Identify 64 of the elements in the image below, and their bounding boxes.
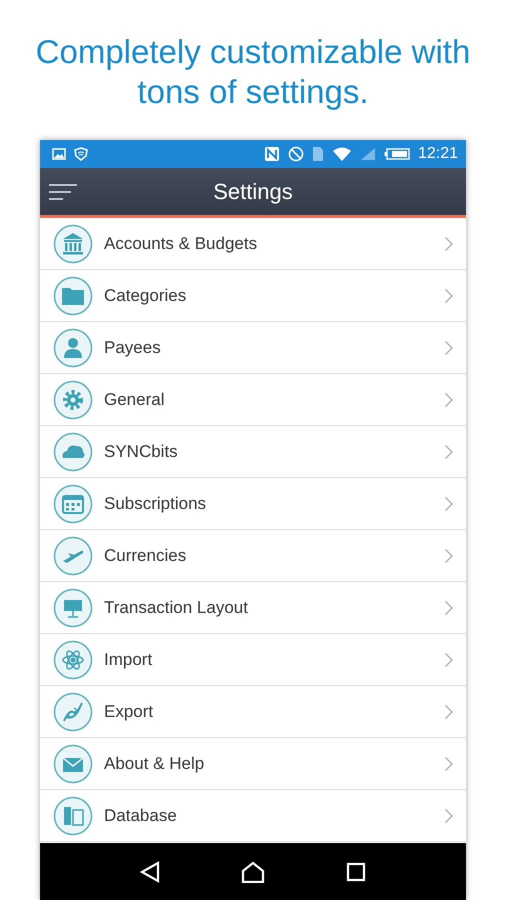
back-icon	[140, 860, 160, 882]
envelope-icon	[53, 744, 93, 784]
settings-item[interactable]: Database	[40, 790, 466, 842]
nfc-icon	[264, 146, 280, 162]
headline: Completely customizable with tons of settings.	[34, 32, 472, 112]
settings-item[interactable]: Export	[40, 686, 466, 738]
settings-item[interactable]: Payees	[40, 322, 466, 374]
folder-icon	[53, 276, 93, 316]
home-icon	[240, 860, 265, 882]
image-icon	[52, 148, 66, 160]
chevron-icon	[444, 496, 454, 512]
settings-item[interactable]: Categories	[40, 270, 466, 322]
dna-icon	[53, 692, 93, 732]
chevron-icon	[444, 600, 454, 616]
item-label: Transaction Layout	[104, 598, 249, 618]
settings-item[interactable]: Transaction Layout	[40, 582, 466, 634]
chevron-icon	[444, 756, 454, 772]
item-label: Subscriptions	[104, 494, 208, 514]
chevron-icon	[444, 236, 454, 252]
menu-icon	[49, 182, 77, 200]
battery-icon	[384, 148, 410, 160]
settings-item[interactable]: Import	[40, 634, 466, 686]
item-label: Export	[104, 702, 154, 722]
chevron-icon	[444, 548, 454, 564]
chevron-icon	[444, 652, 454, 668]
settings-item[interactable]: SYNCbits	[40, 426, 466, 478]
item-label: Accounts & Budgets	[104, 234, 258, 254]
settings-item[interactable]: Accounts & Budgets	[40, 218, 466, 270]
atom-icon	[53, 640, 93, 680]
settings-item[interactable]: General	[40, 374, 466, 426]
status-time: 12:21	[418, 145, 458, 163]
menu-button[interactable]	[49, 182, 77, 200]
chevron-icon	[444, 288, 454, 304]
shield-icon	[74, 147, 88, 161]
item-label: SYNCbits	[104, 442, 179, 462]
screen-title: Settings	[213, 178, 293, 204]
person-icon	[53, 328, 93, 368]
item-label: Database	[104, 806, 178, 826]
wifi-icon	[332, 146, 352, 162]
chevron-icon	[444, 340, 454, 356]
settings-item[interactable]: Currencies	[40, 530, 466, 582]
monitor-icon	[53, 588, 93, 628]
gear-icon	[53, 380, 93, 420]
item-label: Categories	[104, 286, 188, 306]
computer-icon	[53, 796, 93, 836]
cloud-icon	[53, 432, 93, 472]
settings-item[interactable]: About & Help	[40, 738, 466, 790]
item-label: Import	[104, 650, 154, 670]
chevron-icon	[444, 704, 454, 720]
chevron-icon	[444, 444, 454, 460]
calendar-icon	[53, 484, 93, 524]
item-label: General	[104, 390, 166, 410]
signal-icon	[360, 147, 376, 161]
recents-icon	[346, 862, 366, 882]
settings-item[interactable]: Subscriptions	[40, 478, 466, 530]
sim-icon	[312, 146, 324, 162]
block-icon	[288, 146, 304, 162]
chevron-icon	[444, 392, 454, 408]
item-label: Currencies	[104, 546, 188, 566]
item-label: About & Help	[104, 754, 206, 774]
item-label: Payees	[104, 338, 162, 358]
chevron-icon	[444, 808, 454, 824]
airplane-icon	[53, 536, 93, 576]
bank-icon	[53, 224, 93, 264]
